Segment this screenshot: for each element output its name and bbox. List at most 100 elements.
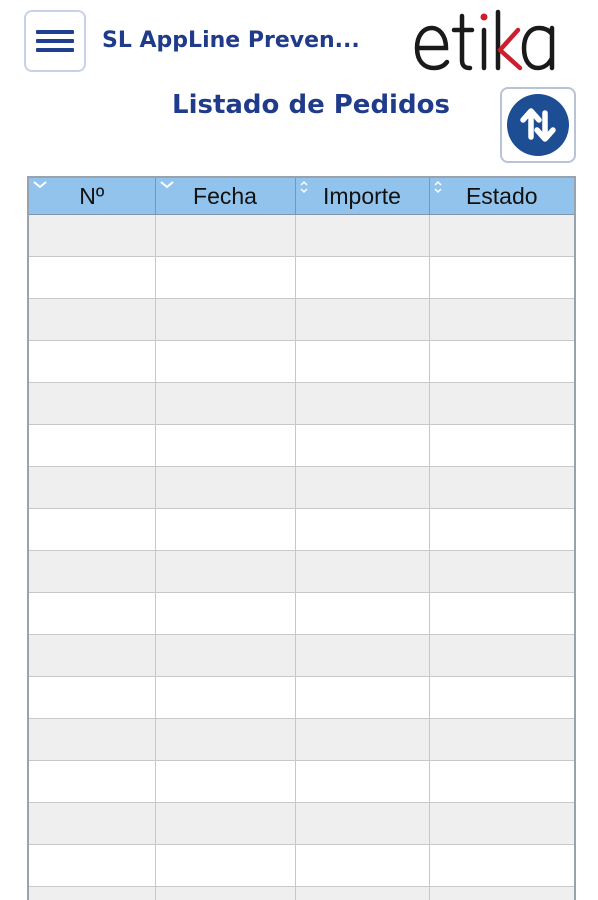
table-cell [29, 802, 156, 845]
table-row[interactable] [29, 466, 574, 509]
table-cell [29, 340, 156, 383]
table-row[interactable] [29, 382, 574, 425]
table-cell [295, 382, 430, 425]
table-cell [155, 802, 296, 845]
table-cell [295, 760, 430, 803]
table-cell [295, 718, 430, 761]
table-cell [155, 844, 296, 887]
table-cell [155, 550, 296, 593]
table-cell [295, 424, 430, 467]
table-cell [155, 634, 296, 677]
table-row[interactable] [29, 424, 574, 467]
table-cell [295, 340, 430, 383]
column-header-estado[interactable]: Estado [429, 178, 574, 215]
column-header-label: Importe [323, 182, 401, 209]
table-cell [29, 466, 156, 509]
table-row[interactable] [29, 676, 574, 719]
table-cell [295, 466, 430, 509]
table-cell [155, 760, 296, 803]
table-cell [29, 592, 156, 635]
table-cell [429, 466, 574, 509]
table-cell [429, 424, 574, 467]
table-cell [29, 508, 156, 551]
sort-arrows-icon [507, 94, 569, 156]
table-row[interactable] [29, 760, 574, 803]
table-row[interactable] [29, 634, 574, 677]
table-row[interactable] [29, 298, 574, 341]
table-row[interactable] [29, 214, 574, 257]
table-cell [295, 844, 430, 887]
table-cell [155, 508, 296, 551]
table-cell [429, 298, 574, 341]
sort-updown-icon [433, 180, 442, 194]
column-header-label: Estado [465, 182, 538, 209]
table-cell [429, 550, 574, 593]
table-cell [295, 676, 430, 719]
table-row[interactable] [29, 592, 574, 635]
page-title: Listado de Pedidos [172, 90, 450, 120]
chevron-down-icon [33, 181, 47, 189]
table-cell [429, 760, 574, 803]
sort-updown-icon [299, 180, 308, 194]
table-cell [155, 676, 296, 719]
table-cell [29, 676, 156, 719]
table-cell [155, 256, 296, 299]
table-cell [295, 802, 430, 845]
orders-table-body [29, 214, 574, 900]
table-cell [295, 256, 430, 299]
table-row[interactable] [29, 844, 574, 887]
table-cell [295, 634, 430, 677]
table-cell [429, 592, 574, 635]
table-cell [155, 340, 296, 383]
table-cell [29, 886, 156, 900]
column-header-importe[interactable]: Importe [295, 178, 430, 215]
sort-button[interactable] [500, 87, 576, 163]
table-cell [155, 466, 296, 509]
table-cell [29, 424, 156, 467]
table-cell [29, 550, 156, 593]
table-cell [429, 256, 574, 299]
table-cell [295, 214, 430, 257]
table-cell [429, 802, 574, 845]
table-cell [155, 298, 296, 341]
orders-table: Nº Fecha Importe Estado [29, 178, 574, 900]
table-row[interactable] [29, 802, 574, 845]
table-cell [155, 382, 296, 425]
table-cell [155, 718, 296, 761]
table-row[interactable] [29, 256, 574, 299]
table-cell [29, 256, 156, 299]
table-row[interactable] [29, 718, 574, 761]
chevron-down-icon [159, 181, 174, 189]
table-cell [29, 382, 156, 425]
table-cell [429, 214, 574, 257]
table-cell [429, 340, 574, 383]
app-title: SL AppLine Preven... [102, 28, 360, 53]
etika-logo [414, 9, 555, 71]
table-row[interactable] [29, 886, 574, 900]
table-cell [295, 550, 430, 593]
table-cell [155, 592, 296, 635]
table-cell [429, 844, 574, 887]
menu-button[interactable] [24, 10, 86, 72]
table-cell [295, 298, 430, 341]
table-cell [29, 214, 156, 257]
table-cell [29, 718, 156, 761]
table-cell [429, 886, 574, 900]
table-cell [155, 424, 296, 467]
table-cell [429, 676, 574, 719]
table-cell [29, 634, 156, 677]
table-cell [295, 592, 430, 635]
column-header-fecha[interactable]: Fecha [155, 178, 296, 215]
table-cell [429, 634, 574, 677]
orders-grid[interactable]: Nº Fecha Importe Estado [27, 176, 576, 900]
table-cell [429, 718, 574, 761]
table-cell [429, 508, 574, 551]
table-cell [29, 844, 156, 887]
column-header-numero[interactable]: Nº [29, 178, 156, 215]
table-row[interactable] [29, 340, 574, 383]
table-cell [429, 382, 574, 425]
table-cell [295, 886, 430, 900]
table-row[interactable] [29, 550, 574, 593]
table-cell [155, 214, 296, 257]
table-row[interactable] [29, 508, 574, 551]
